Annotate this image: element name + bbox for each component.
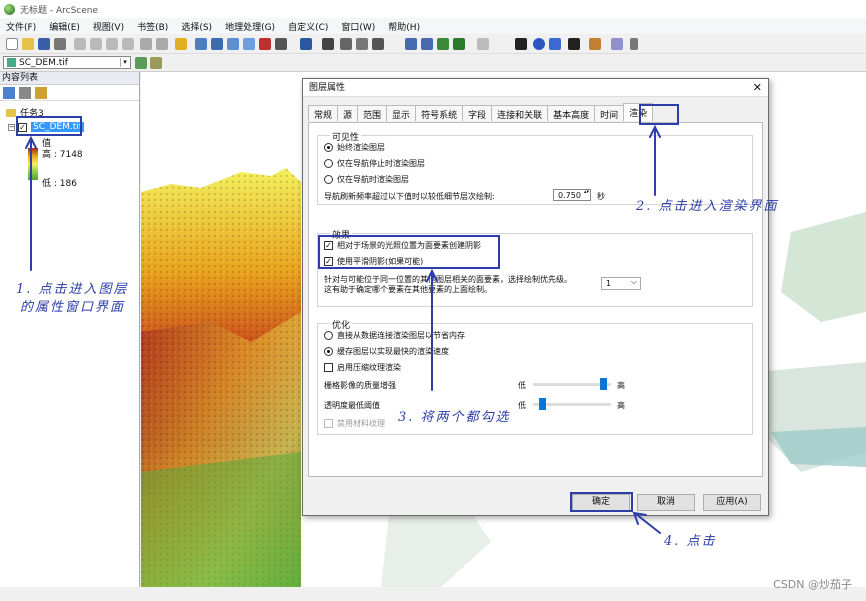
arrow-step4 — [635, 513, 661, 534]
annotation-step4: 4. 点击 — [664, 534, 717, 549]
annotation-step1-line1: 1. 点击进入图层 — [16, 282, 129, 297]
annotation-step1-line2: 的属性窗口界面 — [20, 300, 126, 315]
annotation-step3: 3. 将两个都勾选 — [398, 410, 511, 425]
annotation-step2: 2. 点击进入渲染界面 — [636, 199, 779, 214]
annotation-arrows — [25, 124, 661, 534]
watermark: CSDN @炒茄子 — [773, 578, 852, 591]
